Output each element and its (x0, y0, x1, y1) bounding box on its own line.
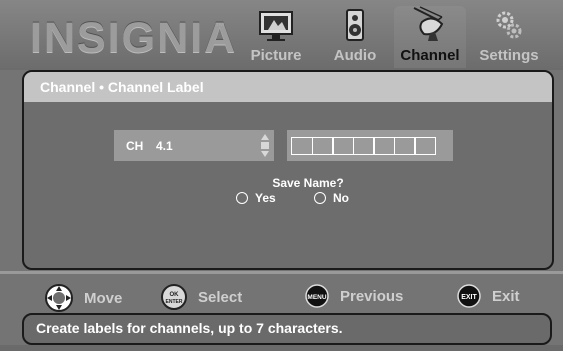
panel-title: Channel • Channel Label (24, 72, 552, 102)
menu-button-icon: MENU (305, 284, 329, 308)
no-option[interactable]: No (314, 191, 349, 205)
svg-text:OK: OK (170, 292, 180, 298)
trademark-symbol: ™ (215, 22, 225, 33)
help-message: Create labels for channels, up to 7 char… (22, 313, 552, 345)
tv-icon (259, 11, 293, 41)
name-character-cell[interactable] (414, 137, 436, 155)
no-radio[interactable] (314, 192, 326, 204)
tab-label: Channel (400, 47, 460, 64)
tab-label: Settings (479, 47, 539, 64)
tab-settings[interactable]: Settings (476, 6, 542, 68)
previous-label: Previous (340, 287, 404, 305)
move-label: Move (84, 289, 123, 307)
gears-icon (496, 11, 522, 39)
yes-label: Yes (255, 191, 276, 205)
name-character-cell[interactable] (291, 137, 313, 155)
exit-button-icon: EXIT (457, 284, 481, 308)
svg-text:EXIT: EXIT (461, 294, 477, 301)
top-menu-bar: INSIGNIA ™ Picture Audio Channel Setting… (0, 0, 563, 70)
name-character-cells (291, 137, 436, 155)
speaker-icon (346, 9, 364, 41)
insignia-logo: INSIGNIA (30, 14, 238, 62)
svg-text:ENTER: ENTER (166, 299, 183, 305)
yes-radio[interactable] (236, 192, 248, 204)
channel-name-field[interactable] (287, 130, 453, 161)
nav-select: OK ENTER Select (160, 283, 242, 311)
nav-move: Move (44, 283, 122, 313)
no-label: No (333, 191, 349, 205)
tab-channel[interactable]: Channel (394, 6, 466, 68)
yes-option[interactable]: Yes (236, 191, 276, 205)
name-character-cell[interactable] (352, 137, 375, 155)
up-down-spinner-icon[interactable] (260, 132, 270, 159)
tab-label: Audio (333, 47, 377, 64)
select-label: Select (198, 288, 243, 306)
tab-label: Picture (250, 47, 302, 64)
channel-label-panel: Channel • Channel Label CH 4.1 Save Name… (22, 70, 554, 270)
ok-enter-button-icon: OK ENTER (161, 284, 187, 310)
nav-exit: EXIT Exit (456, 283, 520, 309)
save-name-question: Save Name? (272, 176, 344, 190)
name-character-cell[interactable] (393, 137, 416, 155)
channel-value: 4.1 (156, 139, 173, 153)
bottom-strip (0, 345, 563, 351)
satellite-dish-icon (413, 6, 444, 41)
channel-selector[interactable]: CH 4.1 (114, 130, 274, 161)
exit-label: Exit (492, 287, 520, 305)
svg-text:MENU: MENU (307, 294, 326, 301)
navigation-legend: Move OK ENTER Select MENU Previous EXIT … (0, 274, 563, 316)
nav-previous: MENU Previous (304, 283, 403, 309)
channel-label: CH (126, 139, 144, 153)
tab-picture[interactable]: Picture (244, 6, 308, 68)
name-character-cell[interactable] (311, 137, 334, 155)
dpad-icon (45, 284, 73, 312)
name-character-cell[interactable] (332, 137, 354, 155)
tab-audio[interactable]: Audio (326, 6, 384, 68)
name-character-cell[interactable] (373, 137, 395, 155)
